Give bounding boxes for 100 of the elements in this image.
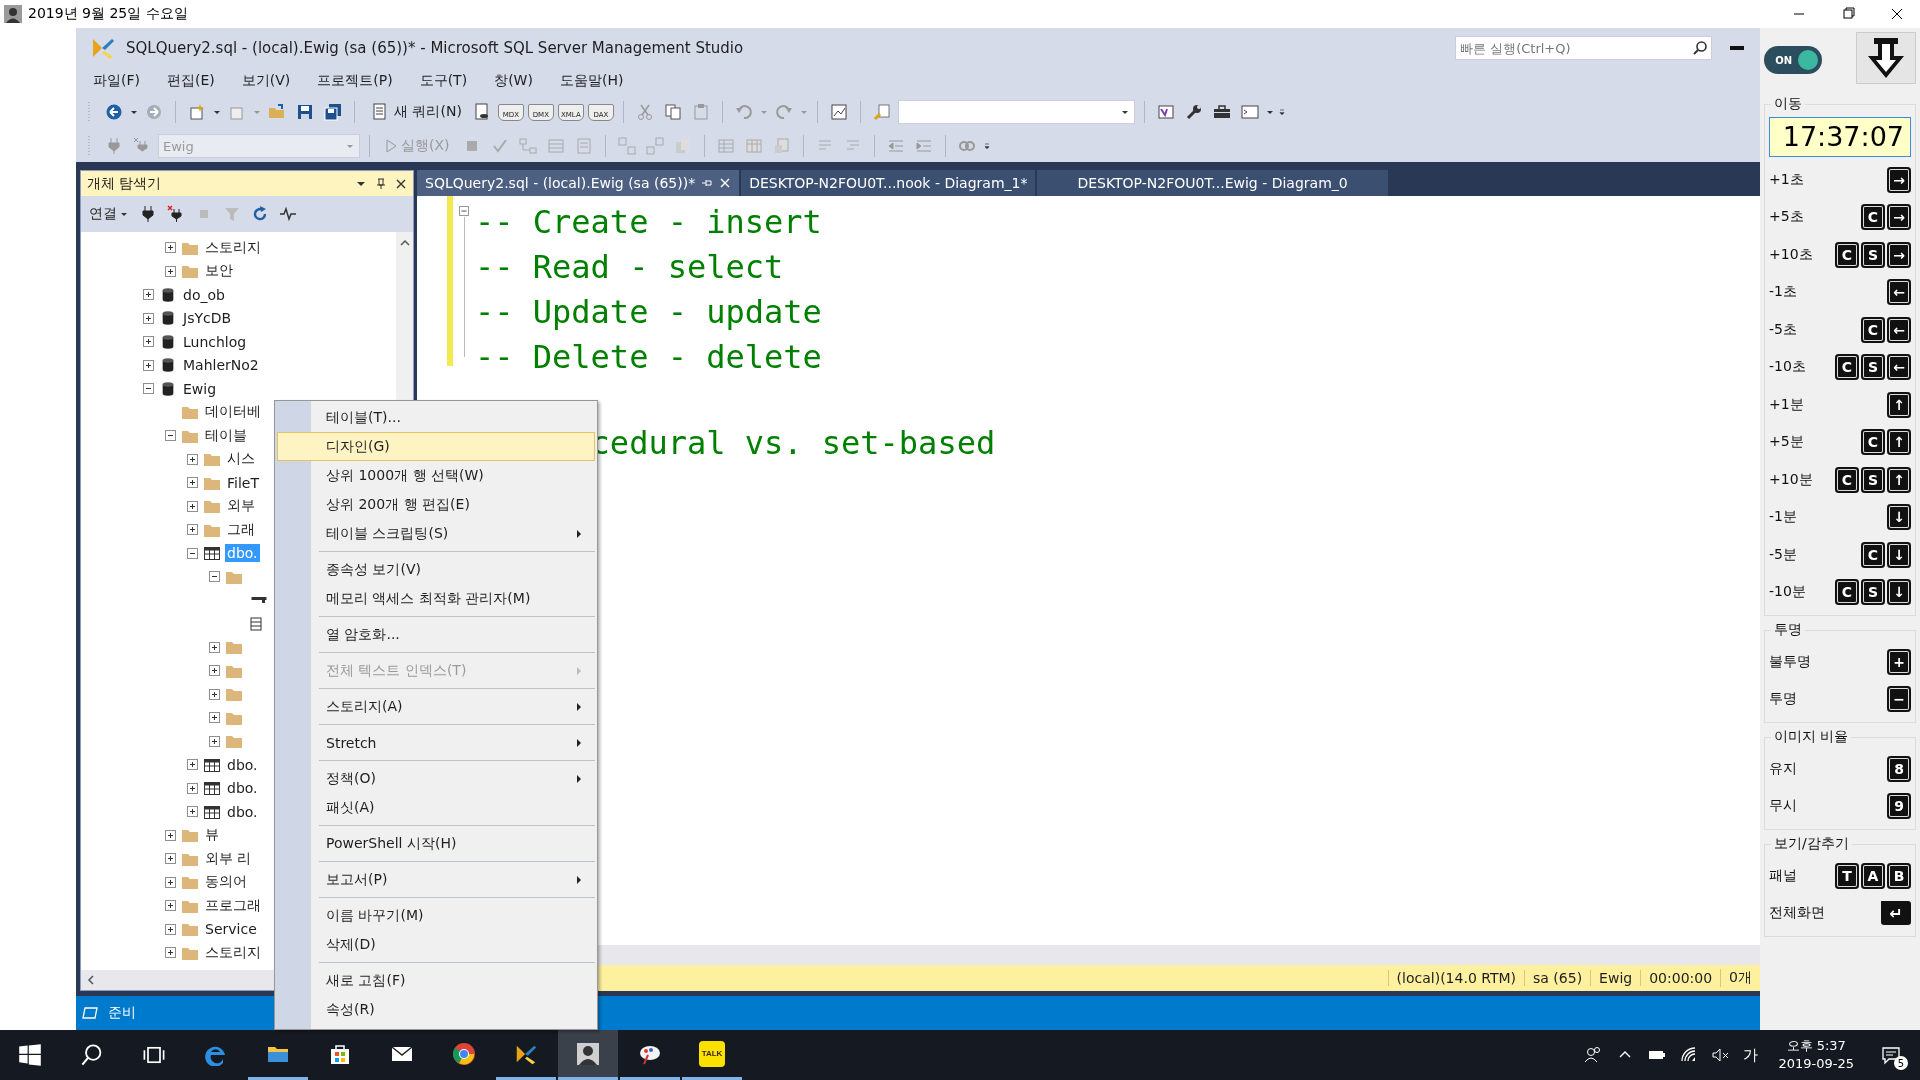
input-method-indicator[interactable]: 가 [1743,1045,1759,1065]
key-cap[interactable]: ↑ [1887,466,1911,493]
scroll-left-icon[interactable] [86,975,96,985]
chart-icon[interactable] [829,103,848,121]
minimize-icon[interactable] [1730,45,1744,51]
expand-icon[interactable] [165,265,176,277]
expand-icon[interactable] [209,735,220,747]
key-cap[interactable]: S [1861,466,1885,493]
taskbar-app[interactable]: TALK [682,1030,742,1080]
menu-item[interactable]: 프로젝트(P) [308,72,402,90]
caret-icon[interactable] [213,108,221,116]
expand-icon[interactable] [143,359,154,371]
key-cap[interactable]: 9 [1887,793,1911,820]
expand-icon[interactable] [143,336,154,348]
expand-icon[interactable] [187,782,198,794]
key-cap[interactable]: → [1887,204,1911,231]
tree-item[interactable]: 그래 [225,519,257,540]
key-cap[interactable]: ← [1887,316,1911,343]
expand-icon[interactable] [209,641,220,653]
tree-item[interactable]: 스토리지 [203,942,263,963]
tree-item[interactable]: 데이터베 [203,402,263,423]
taskbar-app[interactable] [558,1030,618,1080]
key-cap[interactable]: C [1861,429,1885,456]
time-field[interactable]: 17:37:07 [1769,117,1911,157]
menu-item[interactable]: 도구(T) [410,72,477,90]
key-cap[interactable]: S [1861,354,1885,381]
check-icon[interactable] [490,137,509,155]
activity-icon[interactable] [279,205,297,223]
folder-icon[interactable] [268,103,286,121]
menu-item[interactable]: 파일(F) [84,72,149,90]
toolbox-icon[interactable] [1212,103,1231,121]
save-icon[interactable] [296,103,314,121]
key-cap[interactable]: S [1861,579,1885,606]
close-icon[interactable] [719,177,732,189]
search-icon[interactable] [1692,40,1708,56]
expand-icon[interactable] [187,806,198,818]
tree-item[interactable]: 동의어 [203,872,249,893]
key-cap[interactable]: B [1887,862,1911,889]
key-cap[interactable]: C [1835,241,1859,268]
tree-item[interactable]: 외부 리 [203,848,254,869]
expand-icon[interactable] [165,876,176,888]
collapse-icon[interactable] [165,430,176,442]
close-icon[interactable] [395,177,407,190]
wrench-icon[interactable] [1184,103,1203,121]
expand-icon[interactable] [165,900,176,912]
connect-button[interactable]: 연결 [85,203,132,225]
expand-icon[interactable] [143,289,154,301]
caret-icon[interactable] [1120,108,1129,116]
key-cap[interactable]: 8 [1887,755,1911,782]
document-tab[interactable]: SQLQuery2.sql - (local).Ewig (sa (65))* [417,170,740,196]
key-cap[interactable]: T [1835,862,1859,889]
copy-icon[interactable] [663,103,682,121]
key-cap[interactable]: → [1887,166,1911,193]
menu-item[interactable]: 새로 고침(F) [277,966,595,995]
expand-icon[interactable] [187,500,198,512]
expand-icon[interactable] [165,947,176,959]
key-cap[interactable]: + [1887,648,1911,675]
key-cap[interactable]: → [1887,241,1911,268]
tree-item[interactable]: 보안 [203,261,235,282]
scroll-up-icon[interactable] [399,238,410,248]
key-cap[interactable]: A [1861,862,1885,889]
caret-icon[interactable] [1265,108,1274,116]
tree-item[interactable]: 외부 [225,496,257,517]
menu-item[interactable]: 속성(R) [277,995,595,1024]
key-cap[interactable]: C [1861,204,1885,231]
tree-item[interactable]: JsYcDB [181,309,234,328]
tree-item[interactable]: 뷰 [203,825,221,846]
solution-icon[interactable] [1156,103,1175,121]
tree-item[interactable]: do_ob [181,285,227,304]
clock-button[interactable]: 오후 5:37 2019-09-25 [1778,1037,1854,1073]
pin-icon[interactable] [375,177,387,190]
tree-item[interactable]: Ewig [181,379,219,398]
collapse-icon[interactable] [209,571,220,583]
expand-icon[interactable] [209,688,220,700]
tree-item[interactable]: Lunchlog [181,332,249,351]
tree-item[interactable]: dbo. [225,755,260,774]
expand-icon[interactable] [165,853,176,865]
menu-item[interactable]: 디자인(G) [277,432,595,461]
menu-item[interactable]: 도움말(H) [550,72,633,90]
key-cap[interactable]: C [1835,354,1859,381]
key-cap[interactable]: ↓ [1887,504,1911,531]
document-tab[interactable]: DESKTOP-N2FOU0T...Ewig - Diagram_0 [1037,170,1388,196]
key-cap[interactable]: ↑ [1887,429,1911,456]
overflow-icon[interactable] [982,142,991,150]
menu-item[interactable]: 편집(E) [158,72,224,90]
expand-icon[interactable] [209,712,220,724]
expand-icon[interactable] [187,453,198,465]
expand-icon[interactable] [187,759,198,771]
pin-icon[interactable] [701,177,714,189]
refresh-icon[interactable] [251,205,269,223]
down-arrow-button[interactable] [1856,32,1916,84]
expand-icon[interactable] [187,477,198,489]
save-all-icon[interactable] [324,103,342,121]
new-query-button[interactable]: 새 쿼리(N) [364,101,466,123]
key-cap[interactable]: ↓ [1887,541,1911,568]
toggle-switch[interactable]: ON [1764,46,1822,74]
overflow-icon[interactable] [1277,108,1286,116]
key-cap[interactable]: ↓ [1887,579,1911,606]
collapse-icon[interactable] [187,547,198,559]
expand-icon[interactable] [165,923,176,935]
